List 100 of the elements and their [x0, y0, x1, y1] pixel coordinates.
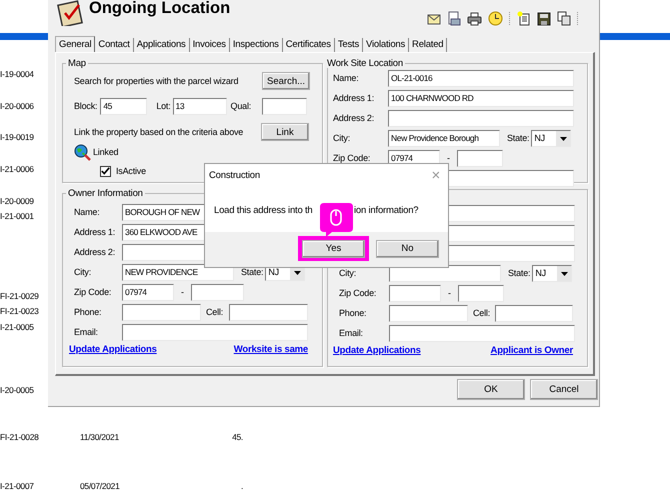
block-field[interactable]: 45 — [100, 98, 148, 114]
search-button[interactable]: Search... — [262, 72, 310, 90]
copy-document-icon[interactable] — [557, 11, 571, 26]
record-id: FI-21-0023 — [0, 306, 39, 316]
cell-field[interactable] — [495, 304, 573, 322]
field-label: Cell: — [473, 308, 492, 318]
text-field[interactable]: 100 CHARNWOOD RD — [388, 90, 574, 106]
link[interactable]: Worksite is same — [234, 344, 308, 355]
qual-field[interactable] — [262, 98, 307, 114]
zip-field[interactable]: 07974 — [122, 284, 174, 300]
state-dropdown[interactable]: NJ — [532, 264, 572, 282]
phone-field[interactable] — [122, 304, 201, 320]
tab[interactable]: Contact — [95, 38, 134, 52]
dialog-message: ion information? — [354, 205, 418, 216]
dialog-title: Construction — [209, 170, 260, 180]
record-amount: 45. — [232, 432, 243, 442]
zip-extension-field[interactable] — [458, 284, 504, 302]
zip-extension-field[interactable] — [190, 284, 244, 300]
text-field[interactable] — [122, 324, 308, 340]
clipboard-check-icon — [57, 0, 85, 26]
ok-button[interactable]: OK — [457, 379, 525, 400]
field-label: Zip Code: — [333, 153, 370, 163]
record-id: I-20-0006 — [0, 101, 34, 111]
record-id: I-19-0004 — [0, 69, 34, 79]
record-id: I-21-0007 — [0, 481, 34, 491]
record-date: 11/30/2021 — [80, 432, 119, 442]
mail-document-icon[interactable] — [447, 11, 461, 26]
field-label: Address 2: — [333, 113, 374, 123]
yes-button[interactable]: Yes — [302, 240, 365, 258]
lot-field[interactable]: 13 — [172, 98, 227, 114]
save-icon[interactable] — [537, 12, 551, 26]
field-label: Cell: — [206, 307, 224, 317]
field-label: Email: — [74, 327, 98, 337]
text-field[interactable] — [388, 110, 574, 126]
field-label: State: — [241, 267, 264, 277]
field-label: Address 1: — [74, 227, 116, 237]
new-document-icon[interactable] — [517, 11, 531, 26]
link[interactable]: Applicant is Owner — [490, 345, 573, 356]
field-label: Qual: — [230, 101, 252, 111]
instruction-text: Search for properties with the parcel wizard — [74, 76, 238, 86]
field-label: Phone: — [339, 308, 366, 318]
field-label: City: — [74, 267, 92, 277]
city-field[interactable]: NEW PROVIDENCE — [122, 264, 234, 280]
tab[interactable]: Applications — [134, 38, 190, 52]
envelope-icon[interactable] — [427, 12, 441, 24]
field-label: Name: — [333, 73, 359, 83]
link-button[interactable]: Link — [261, 123, 309, 141]
cell-field[interactable] — [229, 304, 308, 320]
globe-magnifier-icon — [74, 144, 91, 160]
isactive-checkbox[interactable] — [100, 166, 111, 176]
group-title: Owner Information — [67, 189, 144, 198]
zip-separator: - — [181, 287, 184, 297]
field-label: Email: — [339, 328, 363, 338]
tab[interactable]: Tests — [334, 38, 364, 52]
field-label: State: — [507, 133, 530, 143]
link[interactable]: Update Applications — [333, 345, 421, 356]
field-label: State: — [508, 268, 530, 278]
zip-field[interactable] — [389, 284, 441, 302]
printer-icon[interactable] — [467, 12, 482, 26]
link[interactable]: Update Applications — [69, 344, 157, 355]
field-label: Address 2: — [74, 247, 116, 257]
record-id: I-20-0005 — [0, 385, 34, 395]
clock-icon[interactable] — [488, 11, 503, 26]
window-title: Ongoing Location — [89, 0, 230, 17]
record-id: I-20-0009 — [0, 196, 34, 206]
checkbox-label: IsActive — [116, 166, 146, 176]
cancel-button[interactable]: Cancel — [530, 379, 598, 400]
text-field[interactable]: OL-21-0016 — [388, 70, 574, 86]
no-button[interactable]: No — [376, 240, 439, 258]
record-id: I-21-0005 — [0, 322, 34, 332]
record-id: I-21-0001 — [0, 211, 34, 221]
field-label: Name: — [74, 207, 100, 217]
zip-extension-field[interactable] — [456, 150, 503, 166]
text-field[interactable] — [389, 324, 575, 342]
record-id: I-19-0019 — [0, 132, 34, 142]
field-label: Phone: — [74, 307, 102, 317]
zip-separator: - — [448, 288, 451, 298]
phone-field[interactable] — [389, 304, 468, 322]
linked-status: Linked — [93, 147, 118, 157]
caret-icon — [556, 130, 570, 146]
field-label: Zip Code: — [339, 288, 376, 298]
record-date: 05/07/2021 — [80, 481, 120, 491]
field-label: City: — [339, 268, 356, 278]
city-field[interactable]: New Providence Borough — [388, 130, 500, 146]
field-label: Address 1: — [333, 93, 374, 103]
tab[interactable]: Violations — [363, 38, 410, 52]
field-label: Block: — [74, 101, 98, 111]
tab[interactable]: Certificates — [282, 38, 335, 52]
tab[interactable]: Related — [409, 38, 448, 52]
zip-separator: - — [447, 153, 450, 163]
tab[interactable]: General — [55, 36, 96, 52]
tab[interactable]: Inspections — [230, 38, 283, 52]
field-label: Zip Code: — [74, 287, 112, 297]
instruction-text: Link the property based on the criteria above — [74, 127, 244, 137]
field-label: City: — [333, 133, 350, 143]
record-id: I-21-0006 — [0, 164, 34, 174]
group-title: Map — [67, 59, 87, 68]
state-dropdown[interactable]: NJ — [531, 130, 572, 146]
caret-icon — [557, 266, 572, 280]
tab[interactable]: Invoices — [190, 38, 230, 52]
